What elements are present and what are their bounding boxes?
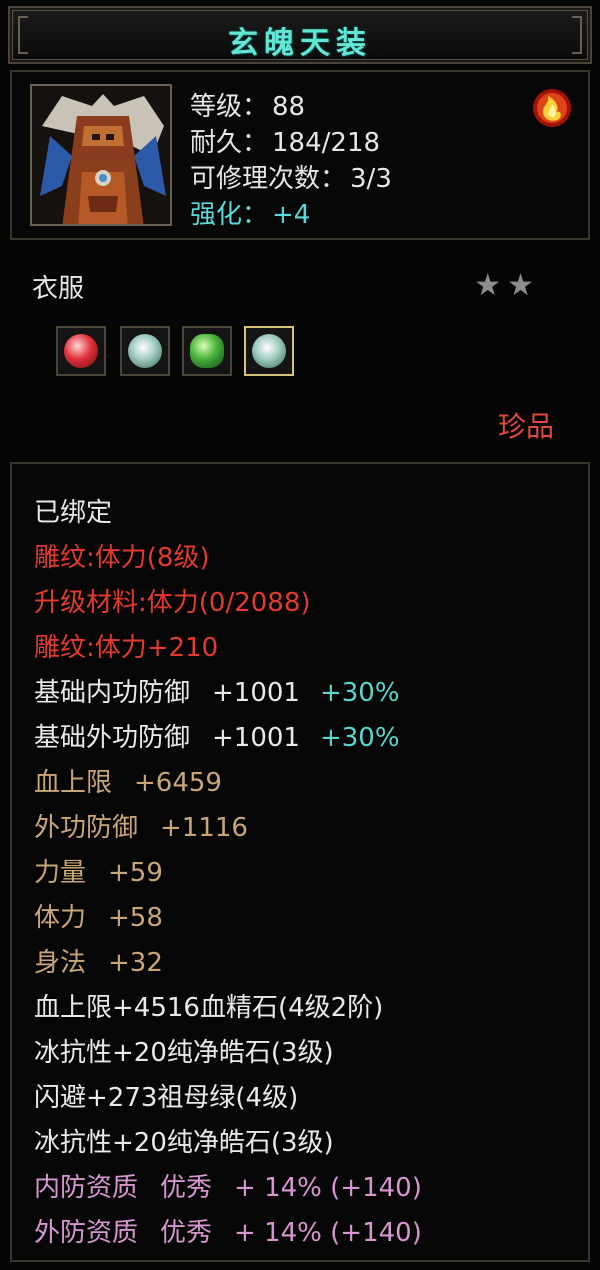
gem-bonus-line: 血上限+4516血精石(4级2阶) — [34, 993, 384, 1023]
hp-line: 血上限 +6459 — [34, 762, 222, 799]
fire-element-icon — [533, 89, 571, 127]
item-portrait — [30, 84, 172, 226]
quality-name: 外防资质 — [34, 1218, 139, 1248]
durability-value: 184/218 — [272, 128, 381, 158]
enhance-line: 强化： +4 — [190, 194, 310, 231]
durability-line: 耐久： 184/218 — [190, 122, 380, 159]
diamond-gem-icon[interactable] — [120, 326, 170, 376]
attr-value: +1116 — [160, 813, 248, 843]
attr-value: +1001 — [212, 723, 300, 753]
quality-line: 内防资质 优秀 + 14% (+140) — [34, 1167, 422, 1204]
quality-line: 外防资质 优秀 + 14% (+140) — [34, 1212, 422, 1249]
attr-value: +58 — [108, 903, 163, 933]
quality-grade: 优秀 — [160, 1218, 213, 1248]
level-label: 等级： — [190, 92, 269, 122]
attr-name: 力量 — [34, 858, 87, 888]
engrave-line: 雕纹:体力(8级) — [34, 543, 210, 573]
repair-label: 可修理次数： — [190, 164, 347, 194]
item-type: 衣服 — [32, 274, 85, 304]
attr-name: 外功防御 — [34, 813, 139, 843]
quality-value: + 14% (+140) — [234, 1218, 422, 1248]
blood-gem-icon[interactable] — [56, 326, 106, 376]
diamond-gem-icon[interactable] — [244, 326, 294, 376]
agility-line: 身法 +32 — [34, 942, 163, 979]
attr-name: 血上限 — [34, 768, 113, 798]
attr-percent: +30% — [319, 723, 400, 753]
outer-attack-defense-line: 外功防御 +1116 — [34, 807, 248, 844]
vitality-line: 体力 +58 — [34, 897, 163, 934]
quality-value: + 14% (+140) — [234, 1173, 422, 1203]
attr-name: 身法 — [34, 948, 87, 978]
attr-value: +59 — [108, 858, 163, 888]
attribute-list: 已绑定 雕纹:体力(8级) 升级材料:体力(0/2088) 雕纹:体力+210 … — [10, 462, 590, 1262]
attr-value: +32 — [108, 948, 163, 978]
gem-bonus-line: 冰抗性+20纯净皓石(3级) — [34, 1128, 334, 1158]
attr-value: +6459 — [134, 768, 222, 798]
outer-defense-line: 基础外功防御 +1001 +30% — [34, 717, 400, 754]
enhance-label: 强化： — [190, 200, 269, 230]
bound-status: 已绑定 — [34, 498, 113, 528]
item-tooltip: 玄魄天装 等级： 88 耐久： 184/218 可修理次数： 3/3 强化： +… — [0, 0, 600, 1270]
attr-name: 基础外功防御 — [34, 723, 191, 753]
quality-grade: 优秀 — [160, 1173, 213, 1203]
item-header: 等级： 88 耐久： 184/218 可修理次数： 3/3 强化： +4 — [10, 70, 590, 240]
title-bar: 玄魄天装 — [8, 6, 592, 64]
quality-name: 内防资质 — [34, 1173, 139, 1203]
attr-name: 基础内功防御 — [34, 678, 191, 708]
engrave-bonus-line: 雕纹:体力+210 — [34, 633, 219, 663]
attr-value: +1001 — [212, 678, 300, 708]
repair-value: 3/3 — [350, 164, 392, 194]
enhance-value: +4 — [272, 200, 311, 230]
attr-name: 体力 — [34, 903, 87, 933]
level-line: 等级： 88 — [190, 86, 305, 123]
star-rating: ★★ — [474, 268, 540, 303]
inner-defense-line: 基础内功防御 +1001 +30% — [34, 672, 400, 709]
upgrade-material-line: 升级材料:体力(0/2088) — [34, 588, 311, 618]
strength-line: 力量 +59 — [34, 852, 163, 889]
durability-label: 耐久： — [190, 128, 269, 158]
gem-bonus-line: 闪避+273祖母绿(4级) — [34, 1083, 299, 1113]
emerald-gem-icon[interactable] — [182, 326, 232, 376]
attr-percent: +30% — [319, 678, 400, 708]
item-name: 玄魄天装 — [228, 26, 372, 61]
rarity-label: 珍品 — [497, 410, 554, 443]
gem-bonus-line: 冰抗性+20纯净皓石(3级) — [34, 1038, 334, 1068]
level-value: 88 — [272, 92, 306, 122]
repair-line: 可修理次数： 3/3 — [190, 158, 392, 195]
